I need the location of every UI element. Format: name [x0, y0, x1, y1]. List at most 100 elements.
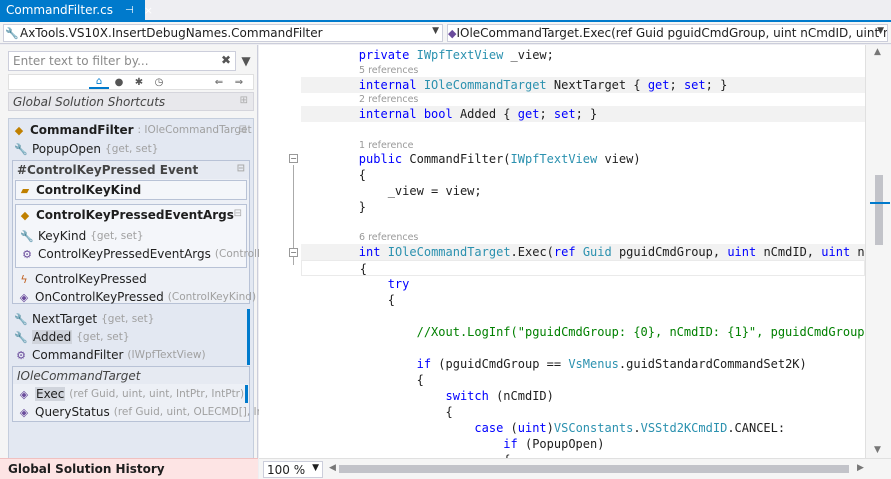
item-label: Added [32, 330, 73, 344]
code-line: _view = view; [301, 184, 482, 198]
filter-funnel-icon[interactable]: ▼ [238, 51, 254, 71]
member-dropdown-value: IOleCommandTarget.Exec(ref Guid pguidCmd… [456, 26, 888, 40]
class-name-label: CommandFilter [30, 123, 134, 137]
codelens-references[interactable]: 6 references [359, 232, 418, 244]
gear-icon[interactable]: ✱ [129, 77, 149, 88]
interface-region-header[interactable]: IOleCommandTarget [13, 367, 249, 384]
scroll-left-icon[interactable]: ◀ [329, 463, 336, 473]
collapse-icon[interactable]: − [289, 248, 298, 257]
expand-icon[interactable]: ⊞ [240, 95, 248, 106]
wrench-icon: 🔧 [20, 229, 34, 243]
close-icon[interactable]: × [144, 4, 153, 17]
selection-marker [245, 385, 248, 403]
item-label: OnControlKeyPressed [35, 290, 164, 304]
item-label: Exec [35, 387, 66, 401]
scroll-thumb[interactable] [875, 175, 883, 245]
codelens-references[interactable]: 5 references [359, 65, 418, 77]
horizontal-scroll-thumb[interactable] [339, 465, 849, 473]
code-line: if (pguidCmdGroup == VsMenus.guidStandar… [416, 357, 807, 371]
navigation-bar: 🔧 AxTools.VS10X.InsertDebugNames.Command… [0, 22, 891, 44]
item-params: (IWpfTextView) [127, 349, 206, 361]
panel-toolbar: ⌂ ● ✱ ◷ ⇐ ⇒ [8, 74, 254, 90]
item-accessor: {get, set} [101, 313, 155, 325]
code-area[interactable]: private IWpfTextView _view; 5 references… [301, 45, 865, 458]
clear-icon[interactable]: ✖ [221, 53, 231, 67]
tree-enum-controlkeykind[interactable]: ▰ ControlKeyKind [17, 181, 141, 199]
tab-commandfilter[interactable]: CommandFilter.cs ⊣ × [0, 0, 153, 20]
collapse-icon[interactable]: ⊟ [234, 208, 242, 219]
wrench-icon: 🔧 [14, 142, 28, 156]
member-dropdown[interactable]: ◆ IOleCommandTarget.Exec(ref Guid pguidC… [447, 24, 888, 42]
region-label: #ControlKeyPressed Event [17, 163, 199, 177]
pin-icon[interactable]: ⊣ [125, 5, 134, 16]
item-params: (ref Guid, uint, uint, IntPtr, IntPtr) [69, 388, 245, 400]
tree-class-commandfilter[interactable]: ◆ CommandFilter : IOleCommandTarget [11, 121, 252, 139]
wrench-icon: 🔧 [14, 330, 28, 344]
home-icon[interactable]: ⌂ [89, 76, 109, 89]
history-label: Global Solution History [8, 462, 165, 476]
collapse-icon[interactable]: ⊟ [237, 163, 245, 174]
code-editor[interactable]: − − private IWpfTextView _view; 5 refere… [259, 45, 891, 458]
vertical-scrollbar[interactable]: ▲ ▼ [865, 45, 891, 458]
tab-title: CommandFilter.cs [6, 3, 113, 17]
event-region-header[interactable]: #ControlKeyPressed Event ⊟ [13, 161, 249, 179]
tree-item-keykind[interactable]: 🔧 KeyKind {get, set} [19, 227, 144, 245]
type-dropdown-value: AxTools.VS10X.InsertDebugNames.CommandFi… [20, 26, 323, 40]
item-accessor: {get, set} [90, 230, 144, 242]
item-accessor: {get, set} [105, 143, 159, 155]
chevron-down-icon: ▼ [312, 463, 319, 473]
type-dropdown[interactable]: 🔧 AxTools.VS10X.InsertDebugNames.Command… [3, 24, 443, 42]
code-line: if (PopupOpen) [503, 437, 605, 451]
tree-item-controlkeypressed[interactable]: ϟ ControlKeyPressed [16, 270, 147, 288]
scroll-right-icon[interactable]: ▶ [857, 463, 864, 473]
tree-item-exec[interactable]: ◈ Exec (ref Guid, uint, uint, IntPtr, In… [16, 385, 244, 403]
horizontal-scrollbar[interactable]: ◀ ▶ [329, 463, 869, 475]
code-line: { [301, 293, 395, 307]
caret-marker [870, 202, 890, 204]
code-line: case (uint)VSConstants.VSStd2KCmdID.CANC… [474, 421, 786, 435]
collapse-icon[interactable]: ⊟ [239, 124, 247, 135]
item-label: NextTarget [32, 312, 98, 326]
scroll-up-icon[interactable]: ▲ [874, 47, 881, 57]
global-solution-shortcuts-label: Global Solution Shortcuts [13, 94, 166, 109]
tree-item-nexttarget[interactable]: 🔧 NextTarget {get, set} [13, 310, 154, 328]
tree-item-args-ctor[interactable]: ⚙ ControlKeyPressedEventArgs (ControlKey… [19, 245, 283, 263]
code-line: } [301, 200, 367, 214]
collapse-icon[interactable]: − [289, 154, 298, 163]
constructor-icon: ⚙ [22, 247, 32, 261]
zoom-dropdown[interactable]: 100 % ▼ [263, 461, 323, 478]
item-label: PopupOpen [32, 142, 102, 156]
tree-class-args[interactable]: ◆ ControlKeyPressedEventArgs [17, 206, 234, 224]
filter-input[interactable]: Enter text to filter by... ✖ [8, 51, 236, 71]
tree-item-popupopen[interactable]: 🔧 PopupOpen {get, set} [13, 140, 158, 158]
tree-item-querystatus[interactable]: ◈ QueryStatus (ref Guid, uint, OLECMD[],… [16, 403, 287, 421]
code-line: public CommandFilter(IWpfTextView view) [358, 152, 641, 166]
class-icon: 🔧 [5, 26, 19, 40]
method-icon: ◈ [19, 405, 29, 419]
scroll-down-icon[interactable]: ▼ [874, 445, 881, 455]
item-label: CommandFilter [32, 348, 124, 362]
item-label: ControlKeyPressed [35, 272, 147, 286]
code-line: private IWpfTextView _view; [358, 48, 554, 62]
code-line: int IOleCommandTarget.Exec(ref Guid pgui… [301, 244, 865, 260]
person-icon[interactable]: ● [109, 77, 129, 88]
document-tab-strip: CommandFilter.cs ⊣ × [0, 0, 891, 22]
item-label: ControlKeyPressedEventArgs [38, 247, 211, 261]
enum-icon: ▰ [20, 183, 30, 197]
codelens-references[interactable]: 2 references [359, 94, 418, 106]
class-icon: ◆ [14, 123, 24, 137]
clock-icon[interactable]: ◷ [149, 77, 169, 88]
chevron-down-icon: ▼ [432, 26, 439, 36]
code-structure-panel: Enter text to filter by... ✖ ▼ ⌂ ● ✱ ◷ ⇐… [0, 45, 286, 469]
forward-icon[interactable]: ⇒ [229, 77, 249, 88]
code-line: { [301, 405, 453, 419]
global-solution-history[interactable]: Global Solution History [0, 458, 258, 479]
tree-item-ctor[interactable]: ⚙ CommandFilter (IWpfTextView) [13, 346, 206, 364]
tree-item-oncontrolkeypressed[interactable]: ◈ OnControlKeyPressed (ControlKeyKind) [16, 288, 256, 306]
code-line-current: { [301, 260, 865, 276]
global-solution-shortcuts-header[interactable]: Global Solution Shortcuts ⊞ [8, 92, 254, 111]
tree-item-added[interactable]: 🔧 Added {get, set} [13, 328, 130, 346]
enum-box: ▰ ControlKeyKind [15, 180, 247, 200]
back-icon[interactable]: ⇐ [209, 77, 229, 88]
